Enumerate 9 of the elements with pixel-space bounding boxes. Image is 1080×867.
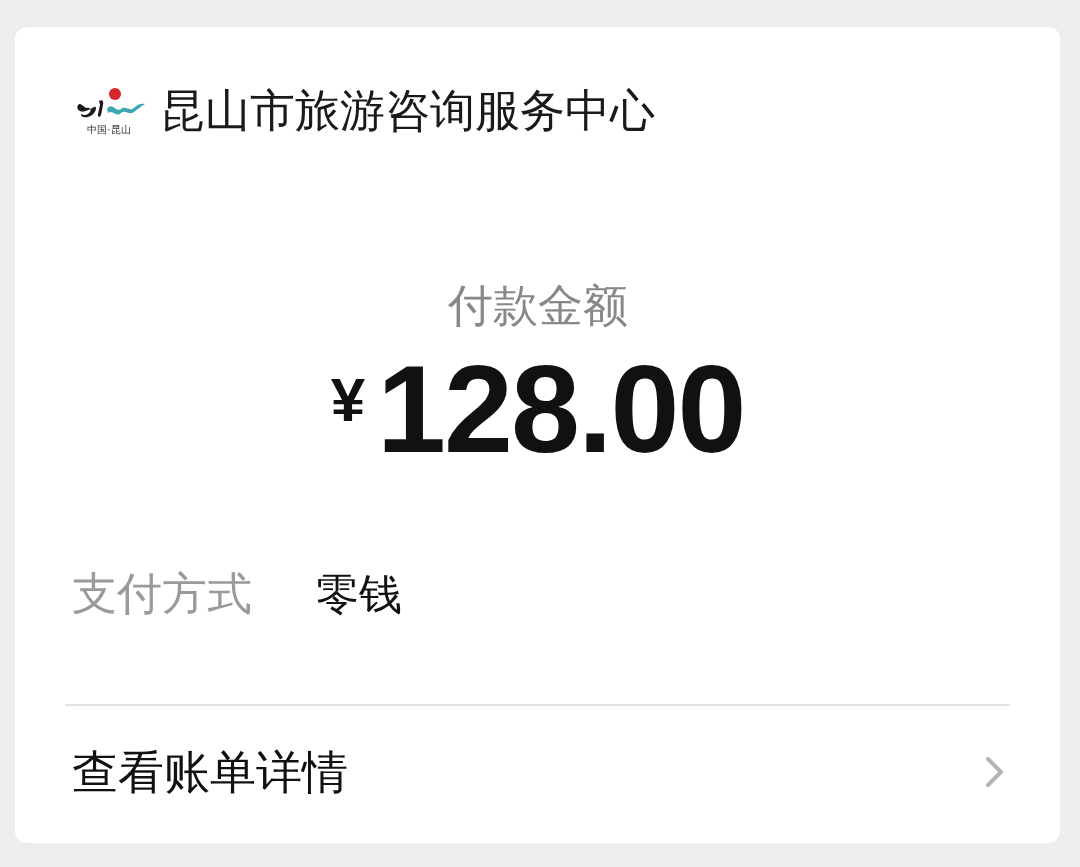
detail-label: 支付方式 bbox=[72, 567, 253, 621]
merchant-name: 昆山市旅游咨询服务中心 bbox=[160, 84, 655, 138]
detail-value: 零钱 bbox=[316, 569, 402, 620]
logo-caption: 中国·昆山 bbox=[87, 123, 131, 136]
bill-details-link[interactable]: 查看账单详情 bbox=[65, 706, 1010, 837]
chevron-right-icon bbox=[985, 755, 1005, 788]
payment-amount: 128.00 bbox=[377, 344, 745, 474]
currency-symbol: ¥ bbox=[330, 365, 366, 435]
payment-label: 付款金额 bbox=[447, 279, 628, 333]
